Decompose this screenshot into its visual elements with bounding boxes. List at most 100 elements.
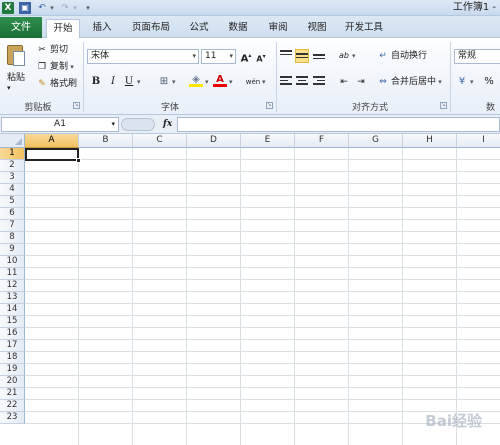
format-painter-button[interactable]: ✎ 格式刷 [36, 77, 77, 91]
align-left-button[interactable] [279, 75, 293, 89]
row-header-7[interactable]: 7 [0, 220, 25, 232]
row-header-19[interactable]: 19 [0, 364, 25, 376]
tab-file[interactable]: 文件 [0, 17, 42, 38]
paste-button[interactable] [5, 43, 27, 69]
row-header-12[interactable]: 12 [0, 280, 25, 292]
column-header-f[interactable]: F [295, 134, 349, 148]
tab-insert[interactable]: 插入 [85, 19, 119, 38]
row-header-5[interactable]: 5 [0, 196, 25, 208]
clipboard-launcher-icon[interactable]: ↘ [73, 102, 80, 109]
accounting-dropdown-icon[interactable]: ▾ [470, 75, 474, 89]
increase-indent-icon[interactable]: ⇥ [354, 75, 368, 89]
border-dropdown-icon[interactable]: ▾ [172, 75, 176, 89]
name-box[interactable]: A1 ▾ [1, 117, 119, 132]
decrease-indent-icon[interactable]: ⇤ [337, 75, 351, 89]
customize-quick-access-icon[interactable]: ▾ [84, 2, 92, 14]
font-size-value: 11 [205, 51, 217, 61]
orientation-icon[interactable]: ab [337, 49, 351, 63]
fill-color-dropdown-icon[interactable]: ▾ [205, 75, 209, 89]
italic-button[interactable]: I [106, 75, 120, 89]
row-header-16[interactable]: 16 [0, 328, 25, 340]
font-color-dropdown-icon[interactable]: ▾ [229, 75, 233, 89]
row-header-9[interactable]: 9 [0, 244, 25, 256]
chevron-down-icon: ▾ [111, 120, 115, 128]
excel-logo-icon[interactable]: X [2, 2, 14, 14]
font-size-select[interactable]: 11 ▾ [201, 49, 236, 64]
grow-font-button[interactable]: A▴ [239, 49, 253, 64]
border-icon[interactable]: ⊞ [157, 75, 171, 89]
percent-style-button[interactable]: % [482, 75, 496, 89]
tab-developer[interactable]: 开发工具 [339, 19, 389, 38]
tab-home[interactable]: 开始 [46, 19, 80, 39]
gridline-horizontal [25, 363, 500, 364]
undo-icon[interactable]: ↶ [36, 2, 48, 14]
column-header-i[interactable]: I [457, 134, 500, 148]
tab-formulas[interactable]: 公式 [182, 19, 216, 38]
undo-dropdown-icon[interactable]: ▾ [48, 2, 56, 14]
cut-button[interactable]: ✂ 剪切 [36, 43, 68, 57]
align-middle-button[interactable] [295, 49, 309, 63]
row-header-23[interactable]: 23 [0, 412, 25, 424]
row-header-2[interactable]: 2 [0, 160, 25, 172]
align-right-icon [313, 76, 325, 86]
row-header-22[interactable]: 22 [0, 400, 25, 412]
row-header-14[interactable]: 14 [0, 304, 25, 316]
orientation-dropdown-icon[interactable]: ▾ [352, 49, 356, 63]
row-header-18[interactable]: 18 [0, 352, 25, 364]
row-header-15[interactable]: 15 [0, 316, 25, 328]
insert-function-button[interactable]: fx [163, 117, 172, 132]
copy-button[interactable]: ❐ 复制 ▾ [36, 60, 74, 74]
column-header-d[interactable]: D [187, 134, 241, 148]
gridline-horizontal [25, 267, 500, 268]
row-header-1[interactable]: 1 [0, 148, 25, 160]
align-bottom-button[interactable] [312, 49, 326, 63]
number-format-select[interactable]: 常规 [454, 49, 500, 64]
font-launcher-icon[interactable]: ↘ [266, 102, 273, 109]
align-center-button[interactable] [295, 75, 309, 89]
fill-color-icon[interactable]: ◈ [189, 73, 203, 87]
row-header-21[interactable]: 21 [0, 388, 25, 400]
redo-icon[interactable]: ↷ [59, 2, 71, 14]
phonetic-icon[interactable]: wén [245, 75, 261, 89]
tab-page-layout[interactable]: 页面布局 [128, 19, 174, 38]
align-right-button[interactable] [312, 75, 326, 89]
redo-dropdown-icon[interactable]: ▾ [71, 2, 79, 14]
column-header-g[interactable]: G [349, 134, 403, 148]
row-header-10[interactable]: 10 [0, 256, 25, 268]
paste-dropdown-icon[interactable]: ▾ [7, 81, 11, 95]
row-header-11[interactable]: 11 [0, 268, 25, 280]
row-header-20[interactable]: 20 [0, 376, 25, 388]
row-header-3[interactable]: 3 [0, 172, 25, 184]
tab-view[interactable]: 视图 [300, 19, 334, 38]
column-header-e[interactable]: E [241, 134, 295, 148]
formula-input[interactable] [177, 117, 500, 132]
row-header-8[interactable]: 8 [0, 232, 25, 244]
column-header-c[interactable]: C [133, 134, 187, 148]
column-header-h[interactable]: H [403, 134, 457, 148]
select-all-button[interactable] [0, 134, 25, 148]
row-header-13[interactable]: 13 [0, 292, 25, 304]
font-name-select[interactable]: 宋体 ▾ [87, 49, 199, 64]
underline-button[interactable]: U [122, 75, 136, 89]
phonetic-dropdown-icon[interactable]: ▾ [262, 75, 266, 89]
wrap-text-button[interactable]: ↵ 自动换行 [377, 49, 427, 63]
save-icon[interactable]: ▣ [19, 2, 31, 14]
accounting-format-icon[interactable]: ¥ [455, 75, 469, 89]
align-top-button[interactable] [279, 49, 293, 63]
column-header-a[interactable]: A [25, 134, 79, 148]
underline-dropdown-icon[interactable]: ▾ [137, 75, 141, 89]
alignment-launcher-icon[interactable]: ↘ [440, 102, 447, 109]
worksheet-grid[interactable]: A B C D E F G H I 1 2 3 4 5 6 7 8 9 10 11 12 13 14 15 16 17 18 19 20… [0, 134, 500, 445]
row-header-4[interactable]: 4 [0, 184, 25, 196]
active-cell-a1[interactable] [25, 148, 79, 161]
row-header-17[interactable]: 17 [0, 340, 25, 352]
tab-data[interactable]: 数据 [221, 19, 255, 38]
bold-button[interactable]: B [89, 75, 103, 89]
shrink-font-button[interactable]: A▾ [254, 50, 268, 64]
fill-handle[interactable] [76, 158, 81, 163]
font-color-icon[interactable]: A [213, 73, 227, 87]
merge-center-button[interactable]: ⇔ 合并后居中 ▾ [377, 75, 442, 89]
tab-review[interactable]: 审阅 [261, 19, 295, 38]
row-header-6[interactable]: 6 [0, 208, 25, 220]
column-header-b[interactable]: B [79, 134, 133, 148]
